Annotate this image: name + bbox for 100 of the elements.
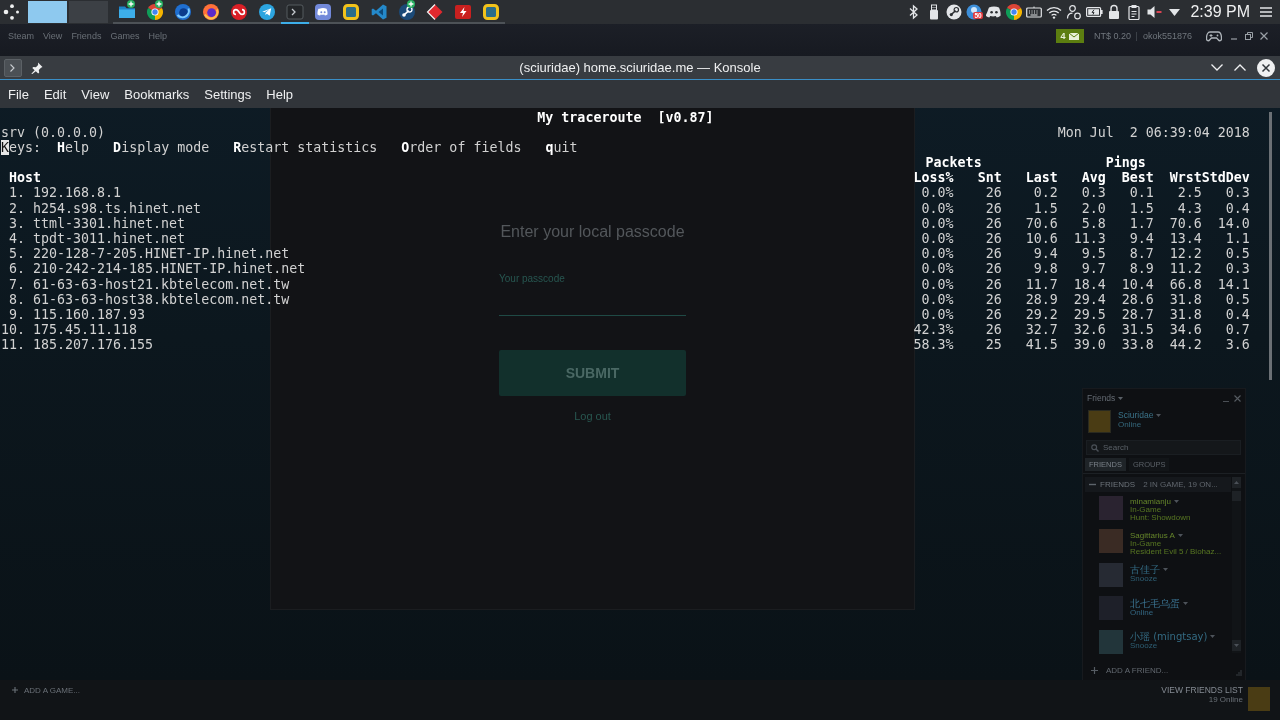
table-cell: 0.0% xyxy=(921,185,954,201)
friend-name[interactable]: 小瑶 (mingtsay) xyxy=(1130,631,1208,642)
table-cell: 0.3 xyxy=(1225,261,1250,277)
menu-item[interactable]: Bookmarks xyxy=(124,86,190,102)
logout-link[interactable]: Log out xyxy=(574,410,611,423)
terminal-icon[interactable] xyxy=(4,58,22,77)
gamepad-icon[interactable] xyxy=(986,5,1003,19)
table-cell: 32.7 xyxy=(1025,322,1058,338)
table-cell: 28.7 xyxy=(1121,306,1154,323)
chevron-down-icon[interactable] xyxy=(1211,64,1223,71)
friend-name[interactable]: minamianju xyxy=(1130,497,1171,506)
paper-plane-icon xyxy=(258,2,276,21)
table-cell: 29.2 xyxy=(1025,306,1058,323)
table-cell: 9.5 xyxy=(1081,246,1106,262)
user-icon[interactable] xyxy=(1066,4,1083,20)
table-cell: 2.5 xyxy=(1177,185,1202,201)
menu-item[interactable]: Settings xyxy=(204,86,252,102)
menu-item[interactable]: View xyxy=(81,86,110,102)
table-cell: 0.5 xyxy=(1225,291,1250,307)
menu-item[interactable]: Friends xyxy=(71,31,102,41)
usb-drive-icon[interactable] xyxy=(929,4,940,20)
scrollbar[interactable] xyxy=(1232,477,1241,653)
user-status: Online xyxy=(1118,420,1143,429)
segmented-circle-icon[interactable] xyxy=(1006,4,1023,20)
close-icon[interactable] xyxy=(1257,58,1275,77)
column-header: StdDev xyxy=(1201,170,1250,186)
menu-item[interactable]: Edit xyxy=(43,86,67,102)
notifications-button[interactable]: 4 xyxy=(1055,29,1084,43)
table-cell: 26 xyxy=(985,291,1002,307)
caret-icon[interactable] xyxy=(1168,8,1180,16)
gamepad-icon[interactable] xyxy=(1206,30,1222,42)
hop-number: 7. xyxy=(9,276,25,292)
table-cell: 28.6 xyxy=(1121,291,1154,307)
table-cell: 0.0% xyxy=(921,215,954,231)
menu-item[interactable]: Games xyxy=(110,31,140,41)
column-header: Avg xyxy=(1081,170,1106,186)
table-cell: 12.2 xyxy=(1169,246,1202,262)
desktop-tile[interactable] xyxy=(28,1,67,23)
add-friend-button[interactable]: ADD A FRIEND... xyxy=(1083,661,1245,680)
restore-icon[interactable] xyxy=(1245,32,1253,40)
pin-icon[interactable] xyxy=(31,61,43,74)
table-cell: 0.2 xyxy=(1033,185,1058,201)
table-cell: 0.5 xyxy=(1225,246,1250,262)
lock-icon[interactable] xyxy=(1108,4,1121,20)
table-cell: 42.3% xyxy=(913,322,954,338)
wallet-balance: NT$ 0.20 xyxy=(1093,31,1131,41)
add-game-button[interactable]: ADD A GAME... xyxy=(12,685,80,695)
table-cell: 34.6 xyxy=(1169,322,1202,338)
table-cell: 1.5 xyxy=(1033,200,1058,216)
table-cell: 66.8 xyxy=(1169,276,1202,292)
view-friends-link[interactable]: VIEW FRIENDS LIST xyxy=(1161,685,1243,695)
scrollbar[interactable] xyxy=(1269,112,1272,380)
dialog-heading: Enter your local passcode xyxy=(500,223,685,241)
wifi-icon[interactable] xyxy=(1046,5,1063,19)
column-header: Last xyxy=(1025,170,1058,186)
linked-circles-icon[interactable] xyxy=(946,4,963,20)
clipboard-icon[interactable] xyxy=(1128,4,1141,20)
menu-item[interactable]: File xyxy=(8,86,29,102)
hop-number: 10. xyxy=(1,322,25,338)
close-icon[interactable] xyxy=(1260,32,1268,40)
table-cell: 0.4 xyxy=(1225,306,1250,323)
launcher-icon[interactable] xyxy=(2,3,20,21)
user-name[interactable]: Sciuridae xyxy=(1118,411,1154,420)
table-cell: 32.6 xyxy=(1073,322,1106,338)
clock-text[interactable]: 2:39 PM xyxy=(1190,3,1250,21)
menu-icon[interactable] xyxy=(1260,7,1272,17)
host-name: 175.45.11.118 xyxy=(33,322,138,338)
key-hint: Restart statistics xyxy=(233,139,378,156)
table-cell: 41.5 xyxy=(1025,337,1058,353)
column-header: Best xyxy=(1121,170,1154,186)
chevron-up-icon[interactable] xyxy=(1234,64,1246,71)
submit-button[interactable]: SUBMIT xyxy=(499,350,686,396)
menu-item[interactable]: Help xyxy=(148,31,167,41)
friend-name[interactable]: 古佳子 xyxy=(1130,564,1160,575)
passcode-field[interactable]: Your passcode xyxy=(499,272,686,316)
friend-name[interactable]: Sagittarius A xyxy=(1130,530,1175,540)
table-cell: 26 xyxy=(985,306,1002,323)
group-header[interactable]: FRIENDS 2 IN GAME, 19 ON... xyxy=(1085,477,1231,492)
bolt-tile-icon xyxy=(454,2,472,21)
game-title: Hunt: Showdown xyxy=(1130,514,1191,522)
panel-title[interactable]: Friends xyxy=(1087,394,1116,403)
menu-item[interactable]: Steam xyxy=(8,31,34,41)
collapse-icon[interactable] xyxy=(1089,481,1096,488)
table-cell: 29.4 xyxy=(1073,291,1106,307)
keys-label: Keys: xyxy=(1,139,42,156)
search-field[interactable]: Search xyxy=(1086,440,1241,455)
account-name[interactable]: okok551876 xyxy=(1142,31,1192,41)
table-cell: 13.4 xyxy=(1169,231,1202,247)
battery-icon[interactable] xyxy=(1085,7,1103,17)
plus-icon xyxy=(12,687,18,693)
menu-item[interactable]: View xyxy=(43,31,63,41)
table-cell: 26 xyxy=(985,261,1002,277)
table-cell: 2.0 xyxy=(1081,200,1106,216)
hop-number: 9. xyxy=(9,306,25,323)
keyboard-icon[interactable] xyxy=(1026,6,1043,18)
menu-item[interactable]: Help xyxy=(266,86,294,102)
volume-muted-icon[interactable] xyxy=(1146,4,1163,20)
desktop-tile[interactable] xyxy=(69,1,108,23)
table-cell: 0.0% xyxy=(921,231,954,247)
friend-name[interactable]: 北七毛乌蛋 xyxy=(1130,597,1180,609)
